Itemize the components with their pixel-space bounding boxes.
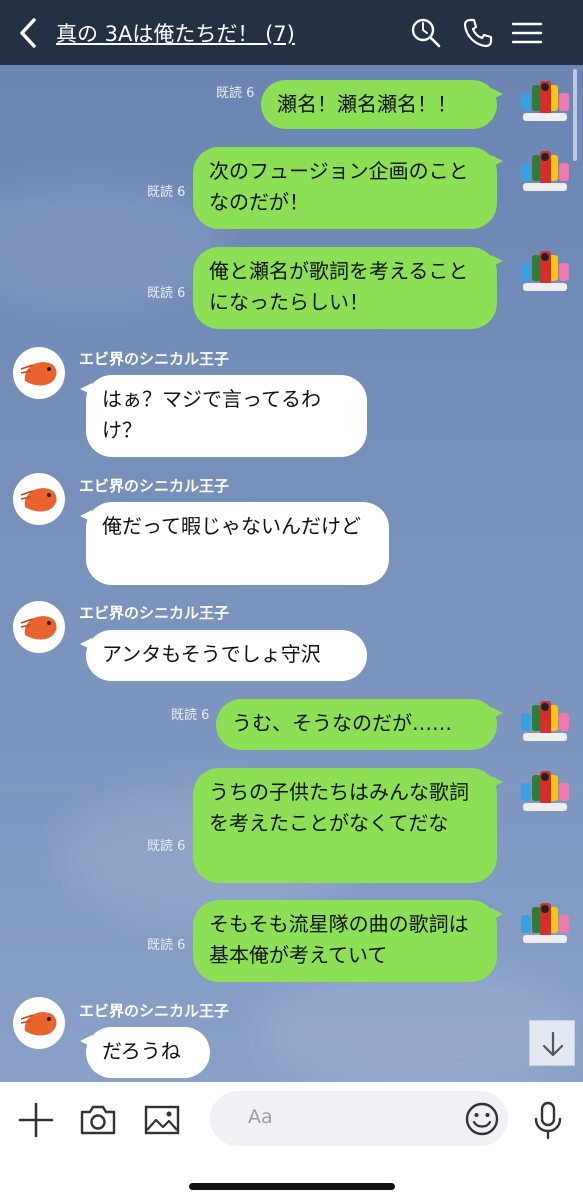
image-icon xyxy=(144,1105,180,1135)
add-button[interactable] xyxy=(16,1100,56,1140)
plus-icon xyxy=(18,1102,54,1138)
message-bubble-received[interactable]: だろうね xyxy=(80,1027,210,1078)
shrimp-avatar-icon[interactable] xyxy=(13,473,65,525)
user-avatar-icon[interactable] xyxy=(519,247,571,297)
message-input-placeholder: Aa xyxy=(248,1106,273,1128)
home-indicator[interactable] xyxy=(189,1183,395,1190)
shrimp-avatar-icon[interactable] xyxy=(13,997,65,1049)
read-receipt: 既読 6 xyxy=(147,938,186,953)
read-receipt: 既読 6 xyxy=(147,286,186,301)
arrow-down-icon xyxy=(542,1031,564,1057)
sender-name: エビ界のシニカル王子 xyxy=(79,350,230,368)
background-cloud xyxy=(0,185,220,305)
camera-icon xyxy=(80,1105,116,1135)
message-bubble-received[interactable]: はぁ？マジで言ってるわけ？ xyxy=(80,375,367,457)
chevron-left-icon xyxy=(20,18,36,48)
user-avatar-icon[interactable] xyxy=(519,697,571,747)
emoji-icon[interactable] xyxy=(464,1101,500,1137)
shrimp-avatar-icon[interactable] xyxy=(13,347,65,399)
read-receipt: 既読 6 xyxy=(147,839,186,854)
message-list[interactable]: 既読 6 瀬名！瀬名瀬名！！ 既読 6 次のフュージョン企画のことなのだが！ 既… xyxy=(0,65,583,1082)
read-receipt: 既読 6 xyxy=(171,708,210,723)
sender-name: エビ界のシニカル王子 xyxy=(79,477,230,495)
menu-button[interactable] xyxy=(511,17,543,49)
read-receipt: 既読 6 xyxy=(147,185,186,200)
message-bubble-sent[interactable]: 次のフュージョン企画のことなのだが！ xyxy=(193,147,503,229)
voice-button[interactable] xyxy=(530,1100,566,1140)
microphone-icon xyxy=(534,1101,562,1140)
message-bubble-sent[interactable]: うむ、そうなのだが…… xyxy=(216,699,503,750)
menu-icon xyxy=(511,22,543,44)
message-bubble-sent[interactable]: 俺と瀬名が歌詞を考えることになったらしい！ xyxy=(193,247,503,329)
message-bubble-sent[interactable]: うちの子供たちはみんな歌詞を考えたことがなくてだな xyxy=(193,768,503,883)
sender-name: エビ界のシニカル王子 xyxy=(79,1002,230,1020)
message-input[interactable]: Aa xyxy=(210,1091,508,1146)
chat-header: 真の 3Aは俺たちだ！ (7) xyxy=(0,0,583,65)
user-avatar-icon[interactable] xyxy=(519,147,571,197)
user-avatar-icon[interactable] xyxy=(519,899,571,949)
call-button[interactable] xyxy=(462,17,494,49)
message-bubble-received[interactable]: アンタもそうでしょ守沢 xyxy=(80,630,367,681)
message-bubble-received[interactable]: 俺だって暇じゃないんだけど xyxy=(80,502,389,585)
sender-name: エビ界のシニカル王子 xyxy=(79,604,230,622)
camera-button[interactable] xyxy=(78,1100,118,1140)
scrollbar[interactable] xyxy=(573,69,577,161)
message-bubble-sent[interactable]: そもそも流星隊の曲の歌詞は基本俺が考えていて xyxy=(193,900,503,982)
read-receipt: 既読 6 xyxy=(216,86,255,101)
chat-title[interactable]: 真の 3Aは俺たちだ！ (7) xyxy=(56,18,295,48)
search-button[interactable] xyxy=(410,17,442,49)
user-avatar-icon[interactable] xyxy=(519,767,571,817)
back-button[interactable] xyxy=(14,16,44,50)
scroll-to-bottom-button[interactable] xyxy=(529,1020,575,1066)
phone-icon xyxy=(463,18,493,48)
search-icon xyxy=(411,18,441,48)
image-button[interactable] xyxy=(142,1100,182,1140)
message-bubble-sent[interactable]: 瀬名！瀬名瀬名！！ xyxy=(261,80,503,129)
shrimp-avatar-icon[interactable] xyxy=(13,601,65,653)
user-avatar-icon[interactable] xyxy=(519,77,571,127)
